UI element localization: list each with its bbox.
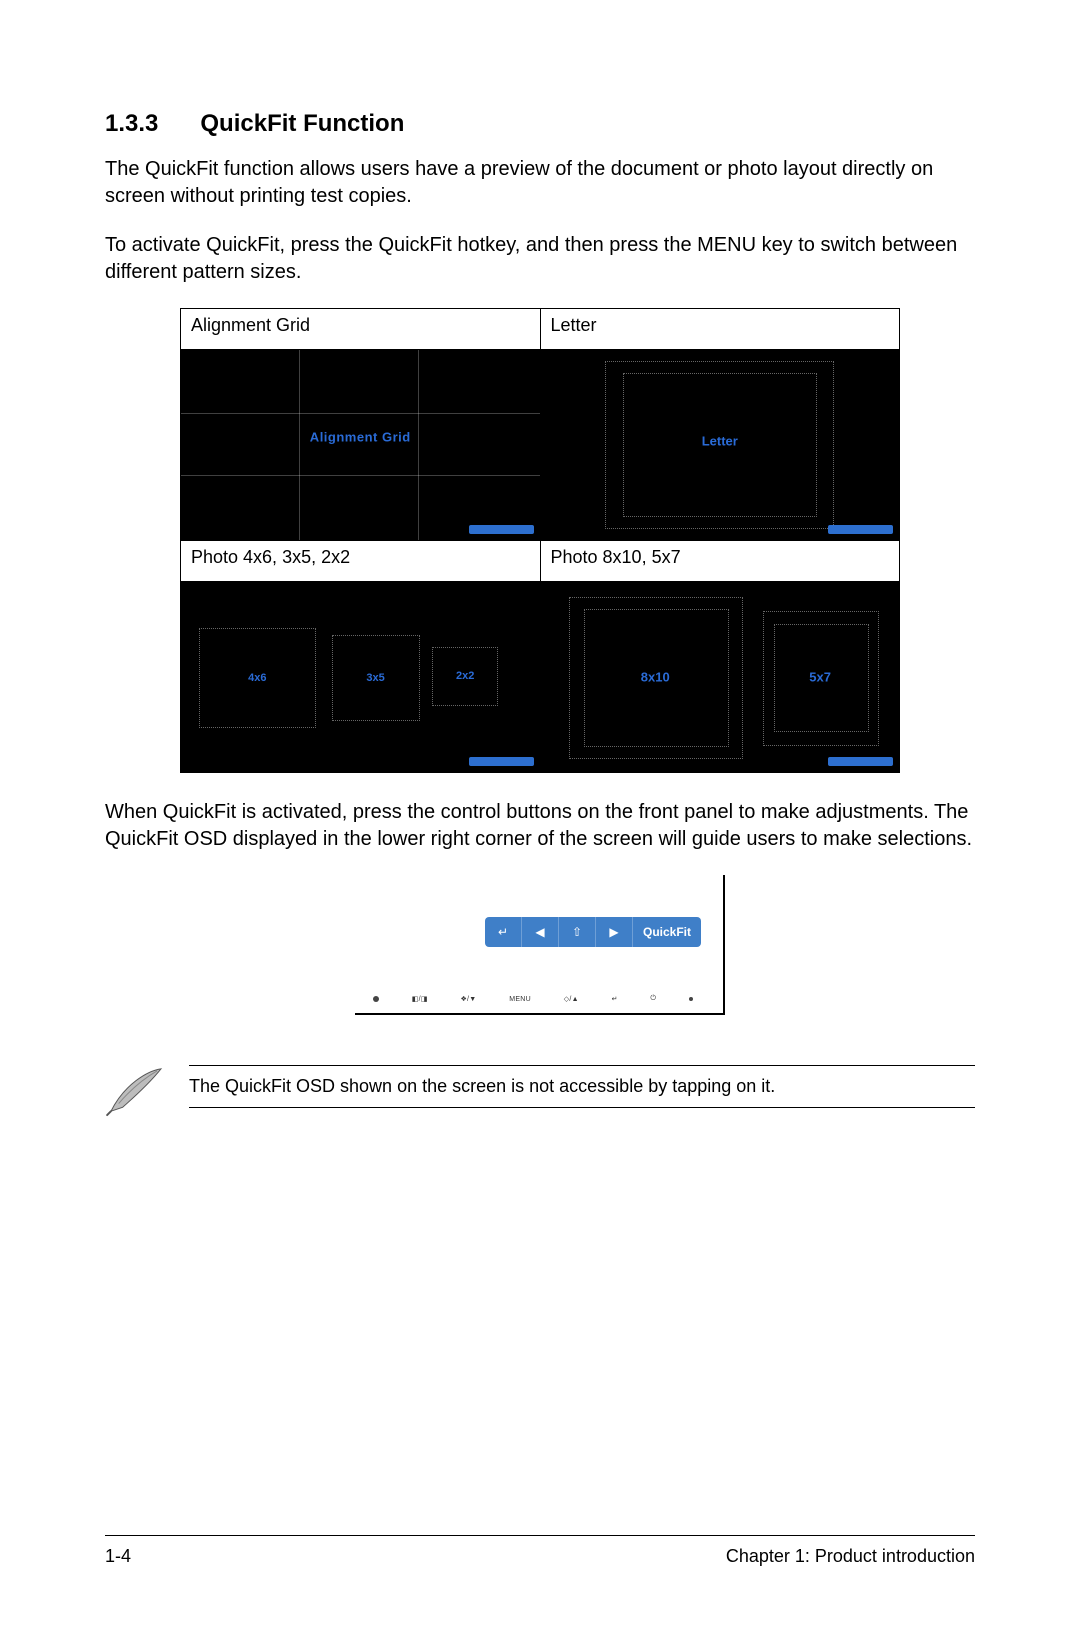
page-footer: 1-4 Chapter 1: Product introduction <box>105 1535 975 1567</box>
osd-right-icon: ▶ <box>596 917 633 947</box>
osd-indicator-icon <box>469 757 534 766</box>
pattern-table: Alignment Grid Letter Alignment Grid Let… <box>180 308 900 773</box>
cell-label-photo-large: Photo 8x10, 5x7 <box>540 541 900 582</box>
section-heading: 1.3.3 QuickFit Function <box>105 110 975 138</box>
osd-enter-icon: ↵ <box>485 917 522 947</box>
cell-label-photo-small: Photo 4x6, 3x5, 2x2 <box>181 541 541 582</box>
osd-quickfit-label: QuickFit <box>633 917 701 947</box>
quill-icon <box>105 1065 167 1117</box>
osd-left-icon: ◀ <box>522 917 559 947</box>
preview-photo-large: 8x10 5x7 <box>540 582 900 773</box>
section-title-text: QuickFit Function <box>200 110 404 137</box>
panel-btn-2: ◧/◨ <box>412 995 428 1003</box>
panel-btn-4: MENU <box>509 995 531 1003</box>
size-label-3x5: 3x5 <box>366 672 384 684</box>
document-page: 1.3.3 QuickFit Function The QuickFit func… <box>0 0 1080 1627</box>
panel-btn-7: ⏻ <box>650 995 656 1003</box>
size-label-5x7: 5x7 <box>809 670 831 685</box>
size-label-2x2: 2x2 <box>456 670 474 682</box>
preview-photo-small: 4x6 3x5 2x2 <box>181 582 541 773</box>
osd-toolbar: ↵ ◀ ⇧ ▶ QuickFit <box>485 917 701 947</box>
section-number: 1.3.3 <box>105 110 158 138</box>
panel-btn-8 <box>689 995 693 1003</box>
panel-btn-3: ❖/▼ <box>460 995 476 1003</box>
panel-button-row: ◧/◨ ❖/▼ MENU ◇/▲ ↵ ⏻ <box>373 995 693 1003</box>
panel-btn-6: ↵ <box>612 995 618 1003</box>
note-text: The QuickFit OSD shown on the screen is … <box>189 1065 975 1108</box>
paragraph-activate: To activate QuickFit, press the QuickFit… <box>105 232 975 286</box>
osd-figure: ↵ ◀ ⇧ ▶ QuickFit ◧/◨ ❖/▼ MENU ◇/▲ ↵ ⏻ <box>355 875 725 1015</box>
osd-exit-icon: ⇧ <box>559 917 596 947</box>
osd-indicator-icon <box>828 757 893 766</box>
preview-text-letter: Letter <box>702 434 738 449</box>
cell-label-alignment-grid: Alignment Grid <box>181 309 541 350</box>
preview-alignment-grid: Alignment Grid <box>181 350 541 541</box>
size-label-4x6: 4x6 <box>248 672 266 684</box>
osd-indicator-icon <box>828 525 893 534</box>
size-label-8x10: 8x10 <box>641 670 670 685</box>
chapter-label: Chapter 1: Product introduction <box>726 1546 975 1567</box>
page-number: 1-4 <box>105 1546 131 1567</box>
panel-btn-1 <box>373 995 379 1003</box>
preview-text-alignment-grid: Alignment Grid <box>310 430 411 445</box>
preview-letter: Letter <box>540 350 900 541</box>
paragraph-intro: The QuickFit function allows users have … <box>105 156 975 210</box>
panel-btn-5: ◇/▲ <box>564 995 579 1003</box>
osd-indicator-icon <box>469 525 534 534</box>
paragraph-adjust: When QuickFit is activated, press the co… <box>105 799 975 853</box>
cell-label-letter: Letter <box>540 309 900 350</box>
note-block: The QuickFit OSD shown on the screen is … <box>105 1065 975 1117</box>
